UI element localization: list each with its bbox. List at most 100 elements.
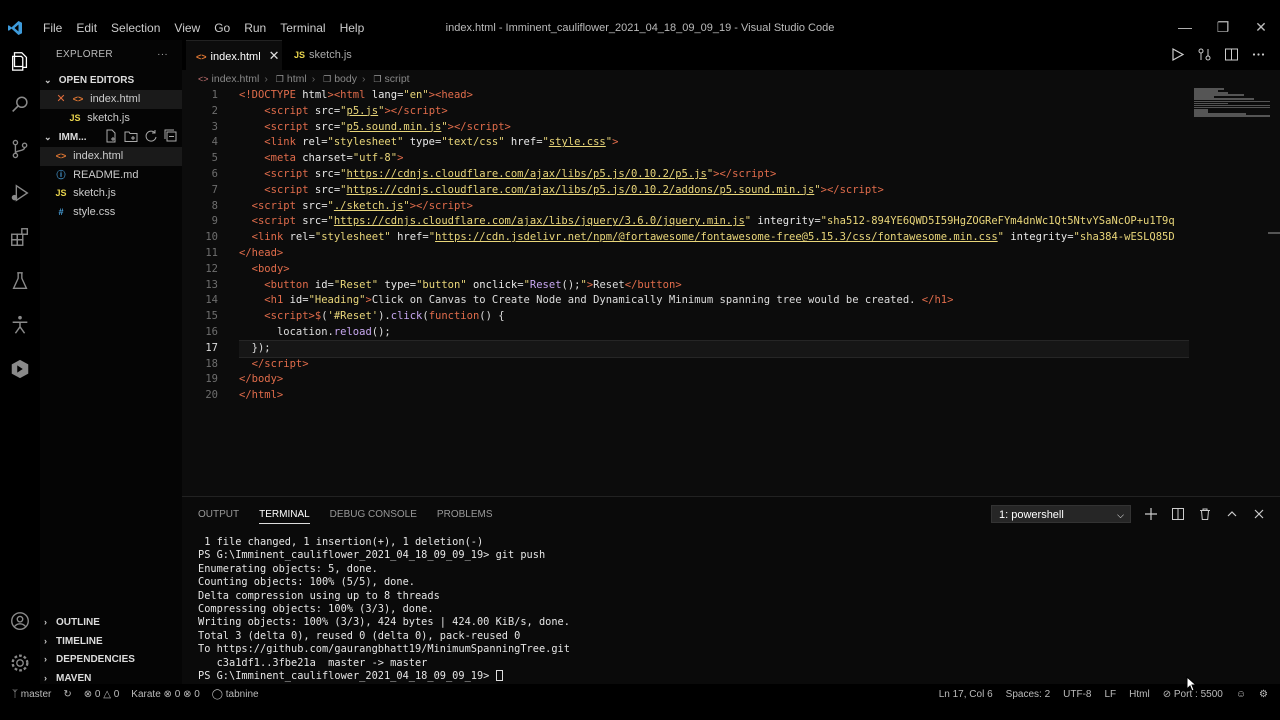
window-controls: — ❐ ✕ — [1166, 16, 1280, 38]
run-icon[interactable] — [1170, 47, 1185, 62]
css-file-icon: # — [58, 206, 64, 217]
branch-indicator[interactable]: ᛉ master — [12, 684, 51, 706]
code-line: <script src="./sketch.js"></script> — [251, 199, 473, 212]
maximize-panel-icon[interactable] — [1225, 507, 1239, 521]
open-editors-header[interactable]: ⌄ OPEN EDITORS — [40, 70, 182, 90]
minimize-icon[interactable]: — — [1166, 16, 1204, 38]
extensions-icon[interactable] — [8, 225, 32, 249]
line-number: 2 — [211, 104, 218, 117]
collapse-all-icon[interactable] — [164, 129, 178, 143]
tab-problems[interactable]: PROBLEMS — [437, 507, 493, 524]
cursor-position[interactable]: Ln 17, Col 6 — [939, 684, 993, 706]
breadcrumb-body[interactable]: body — [334, 73, 357, 85]
warning-icon: △ — [103, 689, 111, 700]
run-debug-icon[interactable] — [8, 181, 32, 205]
tab-debug-console[interactable]: DEBUG CONSOLE — [330, 507, 417, 524]
sync-icon[interactable]: ↻ — [63, 684, 71, 706]
source-control-icon[interactable] — [8, 137, 32, 161]
line-number: 10 — [205, 231, 218, 244]
tab-output[interactable]: OUTPUT — [198, 507, 239, 524]
close-icon[interactable]: ✕ — [54, 90, 68, 109]
karate-count-b: 0 — [194, 689, 200, 700]
terminal-output[interactable]: 1 file changed, 1 insertion(+), 1 deleti… — [198, 536, 1268, 683]
split-editor-icon[interactable] — [1224, 47, 1239, 62]
restore-icon[interactable]: ❐ — [1204, 16, 1242, 38]
indentation[interactable]: Spaces: 2 — [1006, 684, 1050, 706]
code-lines[interactable]: <!DOCTYPE html><html lang="en"><head> <s… — [239, 88, 1189, 404]
bottom-panel: OUTPUT TERMINAL DEBUG CONSOLE PROBLEMS 1… — [182, 496, 1280, 684]
karate-indicator[interactable]: Karate ⊗ 0 ⊗ 0 — [131, 684, 200, 706]
explorer-header: EXPLORER ··· — [40, 40, 182, 70]
error-icon: ⊗ — [163, 689, 172, 700]
notifications-bell-icon[interactable]: ⚙ — [1259, 684, 1268, 706]
chevron-right-icon: › — [44, 635, 47, 646]
file-item-sketch-js[interactable]: JS sketch.js — [40, 184, 182, 203]
breadcrumb-html[interactable]: html — [287, 73, 307, 85]
language-mode[interactable]: Html — [1129, 684, 1150, 706]
timeline-label: TIMELINE — [56, 635, 103, 647]
terminal-line: To https://github.com/gaurangbhatt19/Min… — [198, 643, 570, 656]
open-editor-item-index-html[interactable]: ✕ <> index.html — [40, 90, 182, 109]
code-line: <h1 id="Heading">Click on Canvas to Crea… — [264, 294, 954, 307]
code-editor[interactable]: 1 2 3 4 5 6 7 8 9 10 11 12 13 14 15 16 17 18 19 20 <!DOCTYP… — [182, 88, 1280, 496]
search-icon[interactable] — [8, 93, 32, 117]
file-item-index-html[interactable]: <> index.html — [40, 147, 182, 166]
html-file-icon: <> — [55, 151, 67, 161]
account-icon[interactable] — [8, 609, 32, 633]
line-number: 3 — [211, 120, 218, 133]
file-item-style-css[interactable]: # style.css — [40, 203, 182, 222]
more-actions-icon[interactable]: ··· — [157, 40, 168, 70]
scrollbar[interactable] — [1268, 232, 1280, 234]
info-file-icon: ⓘ — [56, 169, 66, 180]
close-panel-icon[interactable] — [1252, 507, 1266, 521]
tabnine-indicator[interactable]: ◯ tabnine — [212, 684, 259, 706]
end-of-line[interactable]: LF — [1104, 684, 1116, 706]
more-icon[interactable] — [1251, 47, 1266, 62]
line-number: 20 — [205, 389, 218, 402]
outline-section[interactable]: › OUTLINE — [40, 613, 182, 632]
refresh-icon[interactable] — [144, 129, 158, 143]
js-file-icon: JS — [69, 112, 81, 123]
code-line: <script src="https://cdnjs.cloudflare.co… — [264, 183, 884, 196]
breadcrumb-script[interactable]: script — [385, 73, 410, 85]
extension-pack-icon[interactable] — [8, 357, 32, 381]
tab-index-html[interactable]: <> index.html ✕ — [186, 40, 282, 70]
open-changes-icon[interactable] — [1197, 47, 1212, 62]
code-line: <script>$('#Reset').click(function() { — [264, 310, 505, 323]
branch-name: master — [20, 689, 52, 700]
new-terminal-icon[interactable] — [1144, 507, 1158, 521]
accessibility-icon[interactable] — [8, 313, 32, 337]
timeline-section[interactable]: › TIMELINE — [40, 632, 182, 651]
open-editor-item-sketch-js[interactable]: JS sketch.js — [40, 109, 182, 128]
file-item-readme-md[interactable]: ⓘ README.md — [40, 166, 182, 185]
testing-flask-icon[interactable] — [8, 269, 32, 293]
feedback-icon[interactable]: ☺ — [1236, 684, 1246, 706]
line-number: 5 — [211, 152, 218, 165]
code-line: <button id="Reset" type="button" onclick… — [264, 278, 682, 291]
html-file-icon: <> — [196, 52, 207, 62]
status-right: Ln 17, Col 6 Spaces: 2 UTF-8 LF Html ⊘ P… — [939, 684, 1268, 706]
line-number: 6 — [211, 167, 218, 180]
trash-icon[interactable] — [1198, 507, 1212, 521]
minimap[interactable] — [1194, 88, 1270, 120]
settings-gear-icon[interactable] — [8, 651, 32, 675]
close-window-icon[interactable]: ✕ — [1242, 16, 1280, 38]
new-file-icon[interactable] — [104, 129, 118, 143]
tab-terminal[interactable]: TERMINAL — [259, 507, 310, 524]
terminal-shell-select[interactable]: 1: powershell ⌵ — [991, 505, 1131, 523]
js-file-icon: JS — [294, 50, 306, 60]
close-tab-icon[interactable]: ✕ — [269, 48, 280, 63]
breadcrumb-file[interactable]: index.html — [212, 73, 260, 85]
line-number: 11 — [205, 246, 218, 259]
problems-indicator[interactable]: ⊗ 0 △ 0 — [84, 684, 120, 706]
explorer-icon[interactable] — [8, 49, 32, 73]
encoding[interactable]: UTF-8 — [1063, 684, 1091, 706]
dependencies-section[interactable]: › DEPENDENCIES — [40, 650, 182, 669]
split-terminal-icon[interactable] — [1171, 507, 1185, 521]
chevron-down-icon: ⌄ — [44, 75, 52, 85]
project-folder-header[interactable]: ⌄ IMM... — [40, 127, 182, 147]
new-folder-icon[interactable] — [124, 129, 138, 143]
breadcrumb-separator: › — [311, 73, 316, 85]
tab-sketch-js[interactable]: JS sketch.js — [284, 40, 374, 70]
code-line: </html> — [239, 389, 284, 402]
